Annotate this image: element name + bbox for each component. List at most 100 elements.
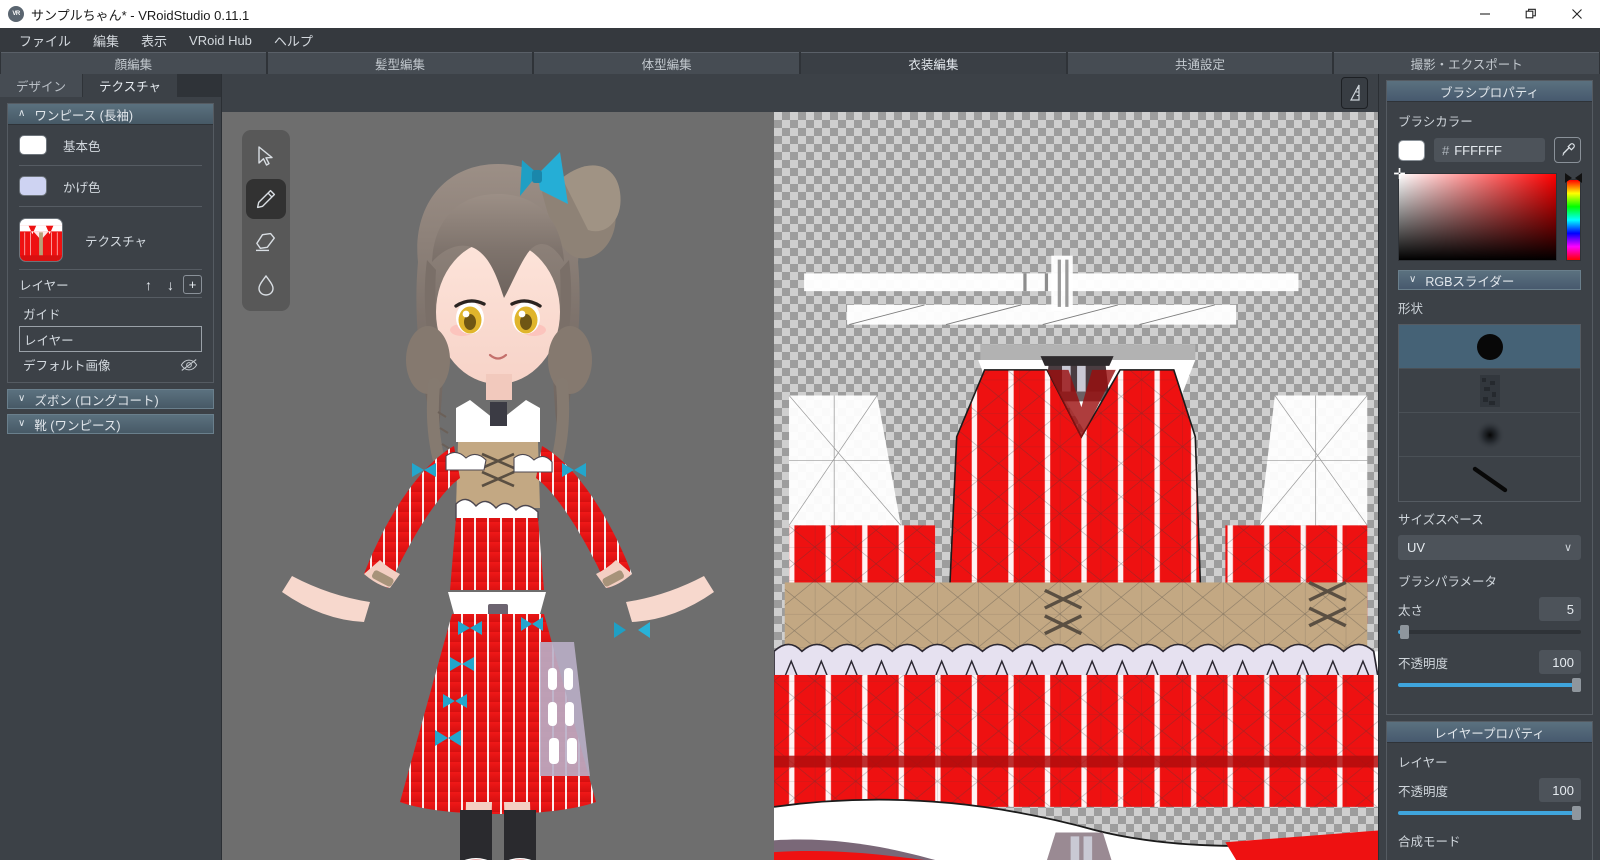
app-logo-icon: VR (8, 6, 24, 22)
blur-tool[interactable] (246, 265, 286, 305)
blend-mode-label: 合成モード (1398, 835, 1461, 849)
model-3d-viewport[interactable] (222, 112, 774, 860)
layer-item-guide[interactable]: ガイド (19, 301, 202, 326)
brush-opacity-slider[interactable] (1398, 678, 1581, 692)
layer-item-default-image[interactable]: デフォルト画像 (19, 352, 202, 377)
layer-move-down-icon[interactable]: ↓ (161, 275, 180, 294)
pencil-icon (256, 189, 276, 209)
tab-hair-edit[interactable]: 髪型編集 (267, 52, 533, 74)
base-color-swatch[interactable] (19, 135, 47, 155)
sub-tab-design[interactable]: デザイン (0, 74, 84, 97)
texture-row[interactable]: テクスチャ (19, 207, 202, 269)
chevron-down-icon: ∨ (18, 418, 26, 429)
hash-symbol: # (1442, 142, 1450, 158)
layer-move-up-icon[interactable]: ↑ (139, 275, 158, 294)
slider-track (1398, 630, 1581, 634)
size-space-select[interactable]: UV ∨ (1398, 535, 1581, 560)
eraser-tool[interactable] (246, 222, 286, 262)
menu-view[interactable]: 表示 (130, 29, 178, 52)
tab-body-edit[interactable]: 体型編集 (534, 52, 800, 74)
menu-vroid-hub[interactable]: VRoid Hub (178, 31, 263, 50)
brush-property-panel: ブラシプロパティ ブラシカラー # FFFFFF ✛ ∨ RGBスライダー 形状… (1386, 80, 1593, 715)
title-bar: VR サンプルちゃん* - VRoidStudio 0.11.1 (0, 0, 1600, 28)
hue-slider[interactable] (1566, 179, 1581, 261)
saturation-value-box[interactable]: ✛ (1393, 167, 1557, 261)
brush-shape-texture[interactable] (1399, 369, 1580, 413)
layer-property-title: レイヤープロパティ (1387, 722, 1592, 743)
chevron-up-icon: ∧ (18, 108, 26, 119)
rgb-slider-toggle[interactable]: ∨ RGBスライダー (1398, 270, 1581, 290)
brush-parameters-label: ブラシパラメータ (1398, 575, 1498, 589)
brush-thickness-label: 太さ (1398, 603, 1424, 618)
brush-hex-input[interactable]: # FFFFFF (1434, 138, 1545, 162)
brush-opacity-value[interactable]: 100 (1539, 650, 1581, 674)
tab-face-edit[interactable]: 顔編集 (1, 52, 266, 74)
pants-group-header[interactable]: ∨ ズボン (ロングコート) (7, 389, 214, 409)
menu-edit[interactable]: 編集 (82, 29, 130, 52)
layer-name-label: レイヤー (1398, 756, 1448, 770)
eyedropper-button[interactable] (1554, 137, 1581, 163)
brush-thickness-value[interactable]: 5 (1539, 597, 1581, 621)
left-panel: デザイン テクスチャ ∧ ワンピース (長袖) 基本色 かげ色 テクスチャ レイ… (0, 74, 222, 860)
restore-icon (1525, 8, 1536, 19)
layer-item-label: ガイド (23, 308, 61, 322)
slider-fill (1398, 811, 1576, 815)
pants-group-label: ズボン (ロングコート) (34, 393, 159, 408)
minimize-button[interactable] (1462, 0, 1508, 28)
shoes-group-header[interactable]: ∨ 靴 (ワンピース) (7, 414, 214, 434)
onepiece-group: ∧ ワンピース (長袖) 基本色 かげ色 テクスチャ レイヤー ↑ ↓ + ガイ… (7, 103, 214, 383)
brush-shape-soft-round[interactable] (1399, 413, 1580, 457)
brush-shape-hard-round[interactable] (1399, 325, 1580, 369)
slider-knob[interactable] (1572, 806, 1581, 820)
eyedropper-icon (1561, 143, 1575, 156)
base-color-row[interactable]: 基本色 (19, 125, 202, 166)
tab-common-settings[interactable]: 共通設定 (1067, 52, 1333, 74)
main-tab-bar: 顔編集 髪型編集 体型編集 衣装編集 共通設定 撮影・エクスポート (0, 52, 1600, 74)
left-sub-tab-bar: デザイン テクスチャ (0, 74, 221, 97)
brush-property-body: ブラシカラー # FFFFFF ✛ ∨ RGBスライダー 形状 サイズスペース … (1387, 102, 1592, 714)
menu-file[interactable]: ファイル (8, 29, 82, 52)
right-panel: ブラシプロパティ ブラシカラー # FFFFFF ✛ ∨ RGBスライダー 形状… (1378, 74, 1600, 860)
character-model (282, 152, 714, 860)
layer-opacity-value[interactable]: 100 (1539, 778, 1581, 802)
slider-knob[interactable] (1399, 625, 1409, 639)
chevron-down-icon: ∨ (18, 393, 26, 404)
shadow-color-swatch[interactable] (19, 176, 47, 196)
ruler-button[interactable] (1341, 77, 1368, 109)
brush-shape-stroke[interactable] (1399, 457, 1580, 501)
shadow-color-row[interactable]: かげ色 (19, 166, 202, 207)
add-layer-icon[interactable]: + (183, 275, 202, 294)
layer-header-label: レイヤー (19, 279, 69, 293)
onepiece-group-label: ワンピース (長袖) (34, 108, 134, 123)
menu-help[interactable]: ヘルプ (263, 29, 324, 52)
tab-shoot-export[interactable]: 撮影・エクスポート (1334, 52, 1600, 74)
droplet-icon (258, 274, 274, 296)
layer-header: レイヤー ↑ ↓ + (19, 269, 202, 297)
tool-palette (242, 130, 290, 311)
layer-opacity-row: 不透明度 100 (1398, 778, 1581, 802)
onepiece-group-header[interactable]: ∧ ワンピース (長袖) (8, 104, 213, 125)
sub-tab-texture[interactable]: テクスチャ (83, 74, 179, 97)
cursor-icon (258, 146, 273, 166)
texture-thumbnail[interactable] (19, 218, 63, 262)
brush-color-row: # FFFFFF (1398, 137, 1581, 163)
layer-item-label: デフォルト画像 (23, 359, 111, 373)
brush-thickness-slider[interactable] (1398, 625, 1581, 639)
uv-texture-canvas[interactable] (774, 112, 1378, 860)
brush-color-swatch[interactable] (1398, 139, 1425, 161)
close-icon (1572, 9, 1582, 19)
layer-property-body: レイヤー 不透明度 100 合成モード (1387, 743, 1592, 860)
layer-opacity-slider[interactable] (1398, 806, 1581, 820)
restore-button[interactable] (1508, 0, 1554, 28)
uv-texture-content (774, 255, 1378, 860)
slider-fill (1398, 683, 1576, 687)
close-button[interactable] (1554, 0, 1600, 28)
slider-knob[interactable] (1572, 678, 1581, 692)
tab-costume-edit[interactable]: 衣装編集 (801, 52, 1066, 74)
pencil-tool[interactable] (246, 179, 286, 219)
select-tool[interactable] (246, 136, 286, 176)
brush-color-label: ブラシカラー (1398, 115, 1473, 129)
eye-off-icon[interactable] (180, 358, 198, 372)
layer-item-layer[interactable]: レイヤー (19, 326, 202, 352)
size-space-value: UV (1407, 540, 1426, 555)
